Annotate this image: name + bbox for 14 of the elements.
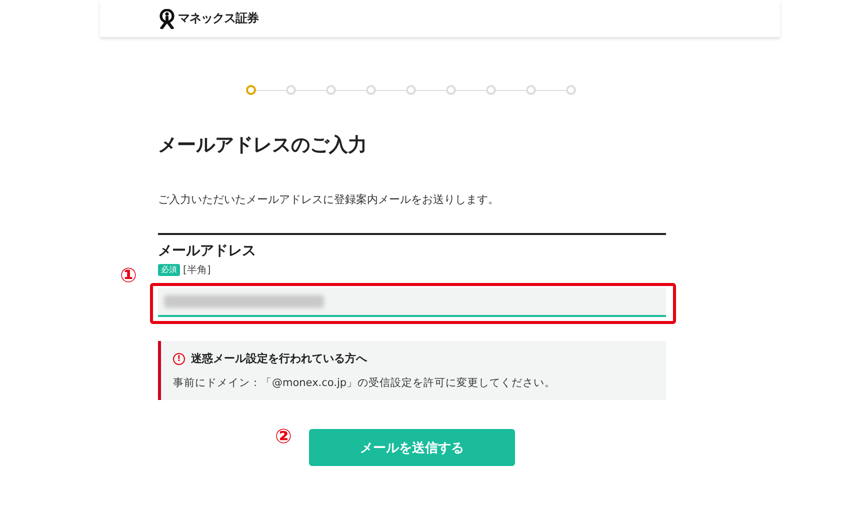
warning-icon: ! (173, 352, 185, 364)
hint-text: [半角] (183, 264, 211, 277)
annotation-number: ② (275, 425, 292, 447)
notice-title: 迷惑メール設定を行われている方へ (191, 351, 367, 366)
field-label: メールアドレス (158, 242, 257, 261)
notice-text: 事前にドメイン：「@monex.co.jp」の受信設定を許可に変更してください。 (173, 376, 557, 390)
page-title: メールアドレスのご入力 (158, 133, 368, 158)
email-input-field[interactable] (158, 288, 666, 317)
required-badge: 必須 (158, 264, 180, 276)
logo-icon (158, 8, 176, 28)
description-text: ご入力いただいたメールアドレスに登録案内メールをお送りします。 (158, 192, 500, 208)
send-mail-button[interactable]: メールを送信する (309, 429, 515, 466)
logo-text: マネックス証券 (178, 10, 258, 27)
annotation-number: ① (120, 264, 137, 286)
